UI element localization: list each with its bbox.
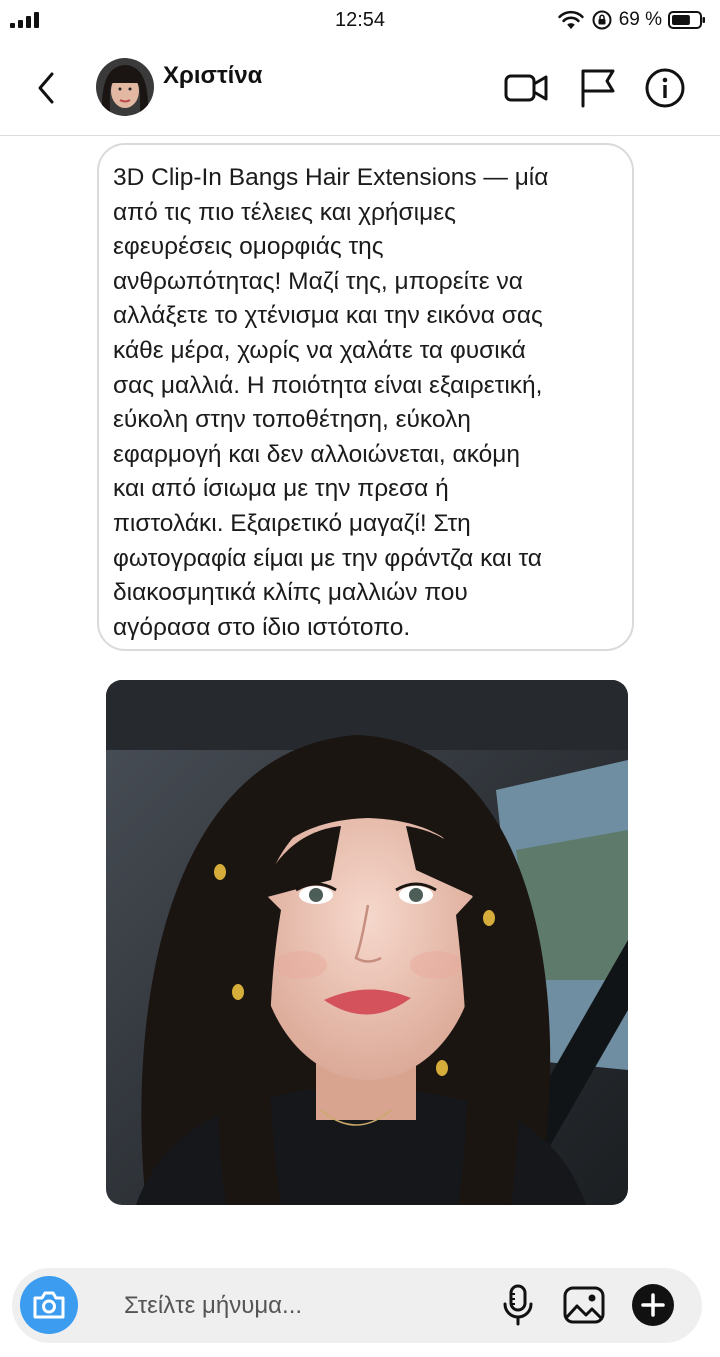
contact-name[interactable]: Χριστίνα <box>163 62 262 90</box>
message-text: 3D Clip-In Bangs Hair Extensions — μία α… <box>113 164 549 641</box>
rotation-lock-icon <box>592 10 612 30</box>
microphone-icon <box>503 1284 533 1326</box>
video-call-icon[interactable] <box>503 68 549 108</box>
wifi-icon <box>557 10 584 29</box>
message-bubble[interactable]: 3D Clip-In Bangs Hair Extensions — μία α… <box>97 143 634 651</box>
flag-icon[interactable] <box>576 68 622 108</box>
message-input[interactable] <box>122 1284 486 1328</box>
add-icon <box>632 1284 674 1326</box>
status-bar: 12:54 69 % <box>0 0 720 40</box>
battery-icon <box>668 11 705 29</box>
chat-header: Χριστίνα <box>0 40 720 136</box>
status-time: 12:54 <box>334 9 386 31</box>
microphone-button[interactable] <box>495 1282 541 1328</box>
gallery-icon <box>563 1286 605 1324</box>
camera-icon <box>33 1291 65 1319</box>
camera-button[interactable] <box>20 1276 78 1334</box>
signal-icon <box>10 12 42 28</box>
avatar[interactable] <box>96 58 154 116</box>
gallery-button[interactable] <box>561 1282 607 1328</box>
message-composer <box>12 1268 702 1343</box>
battery-percent: 69 % <box>618 9 662 30</box>
add-button[interactable] <box>630 1282 676 1328</box>
back-icon[interactable] <box>30 68 66 108</box>
info-icon[interactable] <box>642 68 688 108</box>
message-photo[interactable] <box>106 680 628 1205</box>
